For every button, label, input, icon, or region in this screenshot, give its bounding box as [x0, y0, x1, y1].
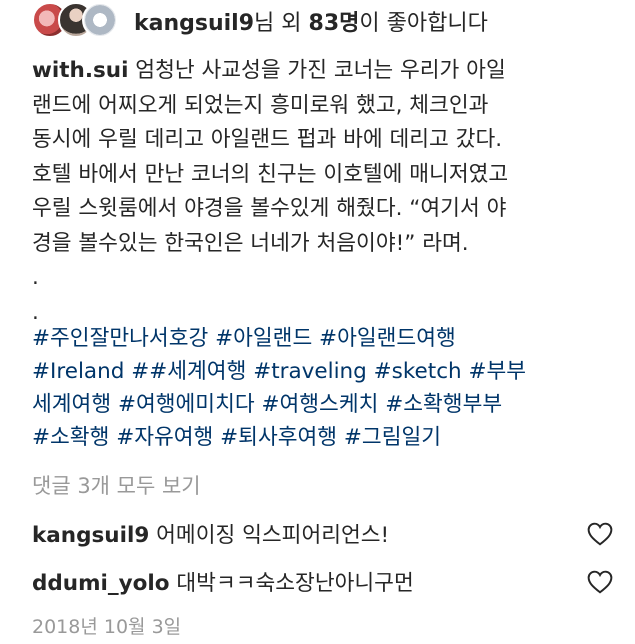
hashtag-block: #주인잘만나서호강 #아일랜드 #아일랜드여행 #Ireland ##세계여행 …	[32, 322, 622, 454]
caption-dot: .	[32, 265, 39, 290]
liker-avatar[interactable]	[82, 2, 118, 38]
caption-line: 동시에 우릴 데리고 아일랜드 펍과 바에 데리고 갔다.	[32, 127, 503, 152]
caption-text: 엄청난 사교성을 가진 코너는 우리가 아일	[128, 58, 506, 83]
liker-username[interactable]: kangsuil9	[134, 11, 254, 36]
caption-line: with.sui 엄청난 사교성을 가진 코너는 우리가 아일	[32, 54, 612, 89]
comment-text: 대박ㅋㅋ숙소장난아니구먼	[169, 571, 414, 596]
hashtag-line[interactable]: #주인잘만나서호강 #아일랜드 #아일랜드여행	[32, 322, 622, 355]
likes-text-post: 이 좋아합니다	[359, 11, 488, 36]
hashtag-line[interactable]: #소확행 #자유여행 #퇴사후여행 #그림일기	[32, 421, 622, 454]
likes-count[interactable]: 83명	[309, 11, 360, 36]
comment-text: 어메이징 익스피어리언스!	[149, 523, 390, 548]
caption-line: 랜드에 어찌오게 되었는지 흥미로워 했고, 체크인과	[32, 92, 489, 118]
caption-username[interactable]: with.sui	[32, 58, 128, 83]
comment: kangsuil9 어메이징 익스피어리언스!	[32, 518, 389, 549]
comment-username[interactable]: ddumi_yolo	[32, 571, 170, 596]
post-date: 2018년 10월 3일	[32, 616, 182, 638]
heart-outline-icon[interactable]	[587, 570, 613, 594]
likes-text-pre: 님 외	[254, 11, 309, 36]
likes-row: kangsuil9님 외 83명이 좋아합니다	[0, 0, 635, 40]
likes-summary[interactable]: kangsuil9님 외 83명이 좋아합니다	[134, 5, 488, 37]
caption-line: 경을 볼수있는 한국인은 너네가 처음이야!” 라며.	[32, 230, 469, 256]
caption-line: 호텔 바에서 만난 코너의 친구는 이호텔에 매니저였고	[32, 161, 509, 187]
heart-outline-icon[interactable]	[587, 522, 613, 546]
comment: ddumi_yolo 대박ㅋㅋ숙소장난아니구먼	[32, 566, 414, 597]
view-all-comments-link[interactable]: 댓글 3개 모두 보기	[32, 470, 201, 500]
caption-line: 우릴 스윗룸에서 야경을 볼수있게 해줬다. “여기서 야	[32, 196, 507, 221]
hashtag-line[interactable]: #Ireland ##세계여행 #traveling #sketch #부부	[32, 355, 622, 388]
comment-username[interactable]: kangsuil9	[32, 523, 149, 548]
post-caption: with.sui 엄청난 사교성을 가진 코너는 우리가 아일 랜드에 어찌오게…	[32, 54, 612, 330]
hashtag-line[interactable]: 세계여행 #여행에미치다 #여행스케치 #소확행부부	[32, 388, 622, 421]
